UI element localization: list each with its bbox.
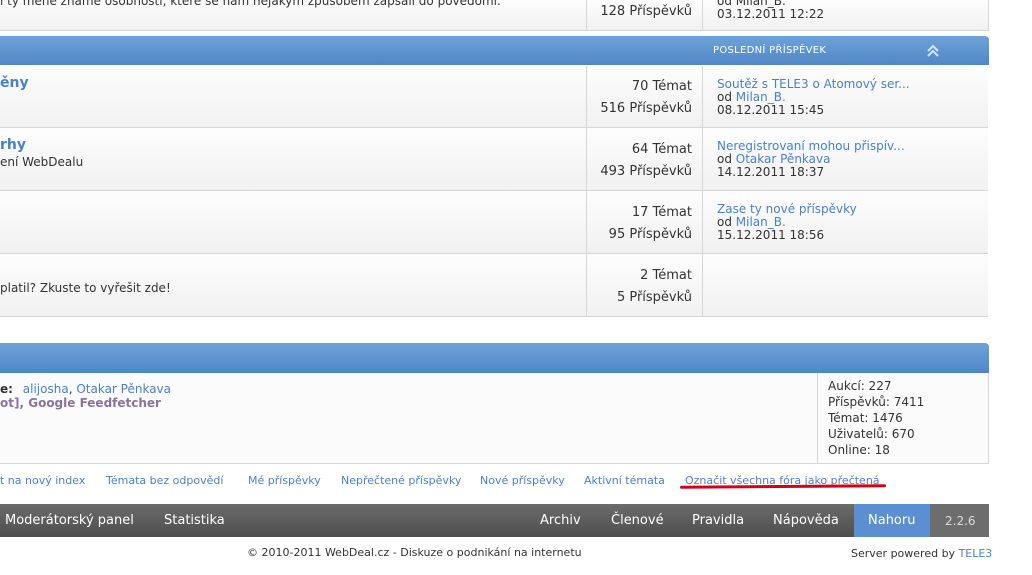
last-post-user[interactable]: Milan_B.: [736, 215, 786, 229]
stat-online: Online: 18: [828, 443, 890, 457]
forum-row: ěny 70 Témat 516 Příspěvků Soutěž s TELE…: [0, 66, 988, 128]
forum-post-count: 493 Příspěvků: [600, 164, 692, 179]
footer-copyright: © 2010-2011 WebDeal.cz - Diskuze o podni…: [247, 546, 582, 559]
collapse-icon[interactable]: [926, 44, 940, 58]
last-post-title[interactable]: Neregistrovaní mohou přispív...: [717, 139, 905, 153]
online-bot: Google Feedfetcher: [28, 396, 161, 410]
last-post-info: Soutěž s TELE3 o Atomový ser... od Milan…: [717, 78, 910, 117]
last-post-user[interactable]: Milan_B.: [736, 90, 786, 104]
footer-powered-link[interactable]: TELE3: [959, 547, 993, 560]
nav-top-button[interactable]: Nahoru: [854, 504, 930, 537]
forum-topic-count: 2 Témat: [640, 268, 692, 283]
online-bots-line: ot], Google Feedfetcher: [0, 396, 161, 410]
forum-stats-cell: 2 Témat 5 Příspěvků: [586, 254, 703, 316]
forum-topic-count: 17 Témat: [631, 205, 692, 220]
last-post-date: 14.12.2011 18:37: [717, 165, 825, 179]
forum-row-previous: i ty méně známé osobnosti, které se nám …: [0, 0, 989, 31]
last-post-user[interactable]: Otakar Pěnkava: [736, 152, 831, 166]
nav-archive[interactable]: Archiv: [540, 513, 581, 528]
online-bot: ot]: [0, 396, 20, 410]
footer-powered-prefix: Server powered by: [851, 547, 959, 560]
forum-stats-cell: 64 Témat 493 Příspěvků: [586, 128, 703, 190]
last-post-info: Neregistrovaní mohou přispív... od Otaka…: [717, 140, 905, 179]
quick-link-unread[interactable]: Nepřečtené příspěvky: [341, 474, 461, 487]
forum-topic-count: 64 Témat: [631, 142, 692, 157]
quick-link-unanswered[interactable]: Témata bez odpovědí: [106, 474, 223, 487]
forum-stats-cell: 17 Témat 95 Příspěvků: [586, 191, 703, 253]
quick-link-index[interactable]: t na nový index: [0, 474, 85, 487]
last-post-title[interactable]: Zase ty nové příspěvky: [717, 202, 857, 216]
forum-row: 17 Témat 95 Příspěvků Zase ty nové přísp…: [0, 191, 988, 254]
forum-stats-cell: 70 Témat 516 Příspěvků: [586, 66, 703, 127]
last-post-date: 15.12.2011 18:56: [717, 228, 825, 242]
quick-link-my-posts[interactable]: Mé příspěvky: [248, 474, 321, 487]
forum-post-count: 516 Příspěvků: [600, 101, 692, 116]
bottom-nav: Moderátorský panel Statistika Archiv Čle…: [0, 504, 989, 537]
forum-row: rhy ení WebDealu 64 Témat 493 Příspěvků …: [0, 128, 988, 191]
last-post-by-prefix: od: [717, 215, 736, 229]
annotation-underline: [679, 484, 887, 489]
version-badge: 2.2.6: [930, 504, 989, 537]
quick-link-new-posts[interactable]: Nové příspěvky: [480, 474, 565, 487]
forum-post-count: 5 Příspěvků: [616, 290, 692, 305]
forum-title[interactable]: rhy: [0, 137, 26, 153]
stats-cell-divider: [817, 373, 818, 463]
forum-post-count: 95 Příspěvků: [608, 227, 692, 242]
last-post-by-prefix: od: [717, 90, 736, 104]
online-users-line: e: alijosha, Otakar Pěnkava: [0, 382, 172, 396]
online-section-header: [0, 343, 989, 373]
online-users-prefix: e:: [0, 382, 13, 396]
version-label: 2.2.6: [945, 514, 976, 528]
forum-description: i ty méně známé osobnosti, které se nám …: [0, 0, 501, 8]
nav-rules[interactable]: Pravidla: [692, 513, 744, 528]
stat-topics: Témat: 1476: [828, 411, 903, 425]
forum-row: platil? Zkuste to vyřešit zde! 2 Témat 5…: [0, 254, 988, 317]
last-post-info: Zase ty nové příspěvky od Milan_B. 15.12…: [717, 203, 857, 242]
online-user-link[interactable]: Otakar Pěnkava: [76, 382, 171, 396]
nav-help[interactable]: Nápověda: [773, 513, 839, 528]
last-post-title[interactable]: Soutěž s TELE3 o Atomový ser...: [717, 77, 910, 91]
last-post-column-header: POSLEDNÍ PŘÍSPĚVEK: [713, 45, 827, 56]
nav-statistics[interactable]: Statistika: [164, 513, 225, 528]
forum-description: ení WebDealu: [0, 155, 84, 169]
stat-users: Uživatelů: 670: [828, 427, 915, 441]
quick-link-active-topics[interactable]: Aktivní témata: [584, 474, 665, 487]
footer-powered: Server powered by TELE3: [851, 547, 992, 560]
forum-topic-count: 70 Témat: [631, 79, 692, 94]
nav-top-label: Nahoru: [868, 513, 916, 528]
nav-members[interactable]: Členové: [611, 513, 664, 528]
forum-post-count: 128 Příspěvků: [600, 4, 692, 19]
nav-moderator-panel[interactable]: Moderátorský panel: [5, 513, 134, 528]
online-user-link[interactable]: alijosha: [23, 382, 69, 396]
forum-section-header: POSLEDNÍ PŘÍSPĚVEK: [0, 36, 989, 65]
online-section-body: e: alijosha, Otakar Pěnkava ot], Google …: [0, 373, 989, 464]
forum-stats-cell: 128 Příspěvků: [586, 0, 703, 30]
last-post-date: 08.12.2011 15:45: [717, 103, 825, 117]
last-post-by-prefix: od: [717, 152, 736, 166]
last-post-date: 03.12.2011 12:22: [717, 7, 825, 21]
stat-posts: Příspěvků: 7411: [828, 395, 925, 409]
stat-auctions: Aukcí: 227: [828, 379, 892, 393]
forum-title[interactable]: ěny: [0, 75, 29, 91]
forum-description: platil? Zkuste to vyřešit zde!: [0, 281, 171, 295]
